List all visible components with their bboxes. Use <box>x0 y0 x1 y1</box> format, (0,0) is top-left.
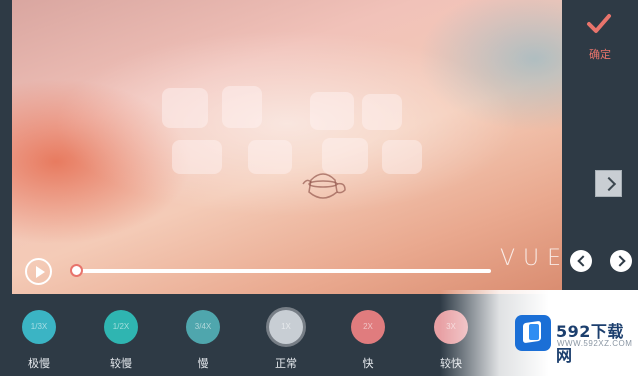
progress-track[interactable] <box>70 264 491 277</box>
speed-label: 正常 <box>275 357 297 370</box>
next-frame-button[interactable] <box>595 170 622 197</box>
speed-option[interactable]: 1/3X 极慢 <box>7 310 71 372</box>
video-preview: VUE <box>12 0 562 294</box>
speed-option[interactable]: 3/4X 慢 <box>171 310 235 372</box>
step-back-button[interactable] <box>570 250 592 272</box>
site-logo-icon <box>515 315 551 351</box>
progress-thumb[interactable] <box>70 264 83 277</box>
speed-badge: 3/4X <box>186 310 220 344</box>
vue-watermark: VUE <box>500 246 561 271</box>
speed-badge: 1/3X <box>22 310 56 344</box>
step-forward-button[interactable] <box>610 250 632 272</box>
speed-label: 极慢 <box>28 357 50 370</box>
confirm-label[interactable]: 确定 <box>583 46 617 62</box>
speed-label: 较慢 <box>110 357 132 370</box>
speed-option[interactable]: 1/2X 较慢 <box>89 310 153 372</box>
speed-badge: 1X <box>269 310 303 344</box>
site-watermark-url: WWW.592XZ.COM <box>557 339 633 348</box>
speed-label: 慢 <box>197 357 209 370</box>
speed-badge: 1/2X <box>104 310 138 344</box>
play-button[interactable] <box>25 258 52 285</box>
speed-label: 快 <box>362 357 374 370</box>
speed-editor-screen: VUE 确定 1/3X 极慢 1/2X 较慢 3/4X 慢 1X 正常 2X 快 <box>0 0 638 376</box>
check-icon[interactable] <box>583 10 615 38</box>
speed-option[interactable]: 2X 快 <box>336 310 400 372</box>
speed-option[interactable]: 1X 正常 <box>254 310 318 372</box>
teapot-logo-icon <box>302 173 346 199</box>
speed-badge: 2X <box>351 310 385 344</box>
